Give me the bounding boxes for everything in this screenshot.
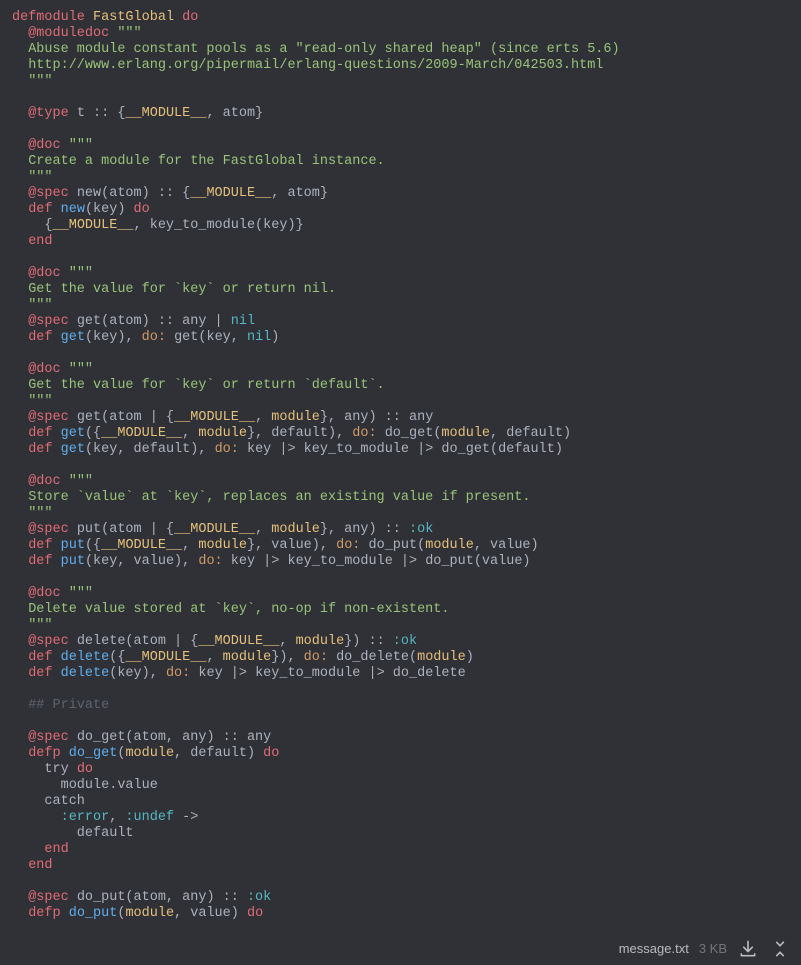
code-line: try do — [12, 762, 789, 778]
code-line: def new(key) do — [12, 202, 789, 218]
code-line — [12, 874, 789, 890]
code-line: @doc """ — [12, 266, 789, 282]
code-line: @moduledoc """ — [12, 26, 789, 42]
code-line: def put(key, value), do: key |> key_to_m… — [12, 554, 789, 570]
code-line: """ — [12, 170, 789, 186]
code-line: """ — [12, 394, 789, 410]
code-line: """ — [12, 74, 789, 90]
code-line — [12, 714, 789, 730]
code-line: def get({__MODULE__, module}, default), … — [12, 426, 789, 442]
code-line: @spec put(atom | {__MODULE__, module}, a… — [12, 522, 789, 538]
code-line: Store `value` at `key`, replaces an exis… — [12, 490, 789, 506]
code-line: defp do_put(module, value) do — [12, 906, 789, 922]
code-line: @spec do_put(atom, any) :: :ok — [12, 890, 789, 906]
code-line: @type t :: {__MODULE__, atom} — [12, 106, 789, 122]
code-line: Create a module for the FastGlobal insta… — [12, 154, 789, 170]
code-line: def delete(key), do: key |> key_to_modul… — [12, 666, 789, 682]
code-line: @spec delete(atom | {__MODULE__, module}… — [12, 634, 789, 650]
download-icon[interactable] — [737, 938, 759, 960]
code-line — [12, 458, 789, 474]
code-line — [12, 346, 789, 362]
code-line: http://www.erlang.org/pipermail/erlang-q… — [12, 58, 789, 74]
code-line: defp do_get(module, default) do — [12, 746, 789, 762]
code-line: """ — [12, 298, 789, 314]
code-line — [12, 122, 789, 138]
code-line: default — [12, 826, 789, 842]
code-line: @doc """ — [12, 362, 789, 378]
code-line: @doc """ — [12, 138, 789, 154]
code-line: def put({__MODULE__, module}, value), do… — [12, 538, 789, 554]
attachment-footer: message.txt 3 KB — [0, 933, 801, 965]
code-line: end — [12, 234, 789, 250]
expand-icon[interactable] — [769, 938, 791, 960]
code-line: @spec do_get(atom, any) :: any — [12, 730, 789, 746]
code-line: :error, :undef -> — [12, 810, 789, 826]
code-line: end — [12, 842, 789, 858]
code-line: end — [12, 858, 789, 874]
code-line: module.value — [12, 778, 789, 794]
code-line: {__MODULE__, key_to_module(key)} — [12, 218, 789, 234]
code-line — [12, 682, 789, 698]
code-line: Delete value stored at `key`, no-op if n… — [12, 602, 789, 618]
filesize-label: 3 KB — [699, 941, 727, 957]
code-line: @doc """ — [12, 474, 789, 490]
code-line: @spec get(atom) :: any | nil — [12, 314, 789, 330]
code-line: ## Private — [12, 698, 789, 714]
code-line: def get(key, default), do: key |> key_to… — [12, 442, 789, 458]
code-line — [12, 250, 789, 266]
code-line: """ — [12, 618, 789, 634]
filename-label: message.txt — [619, 941, 689, 957]
code-line — [12, 90, 789, 106]
code-line: def delete({__MODULE__, module}), do: do… — [12, 650, 789, 666]
code-line: defmodule FastGlobal do — [12, 10, 789, 26]
code-line: """ — [12, 506, 789, 522]
code-viewer: defmodule FastGlobal do @moduledoc """ A… — [0, 0, 801, 932]
code-line: @doc """ — [12, 586, 789, 602]
code-line: catch — [12, 794, 789, 810]
code-line: @spec get(atom | {__MODULE__, module}, a… — [12, 410, 789, 426]
code-line: Get the value for `key` or return nil. — [12, 282, 789, 298]
code-line — [12, 570, 789, 586]
code-line: Abuse module constant pools as a "read-o… — [12, 42, 789, 58]
code-line: @spec new(atom) :: {__MODULE__, atom} — [12, 186, 789, 202]
code-line: def get(key), do: get(key, nil) — [12, 330, 789, 346]
code-line: Get the value for `key` or return `defau… — [12, 378, 789, 394]
